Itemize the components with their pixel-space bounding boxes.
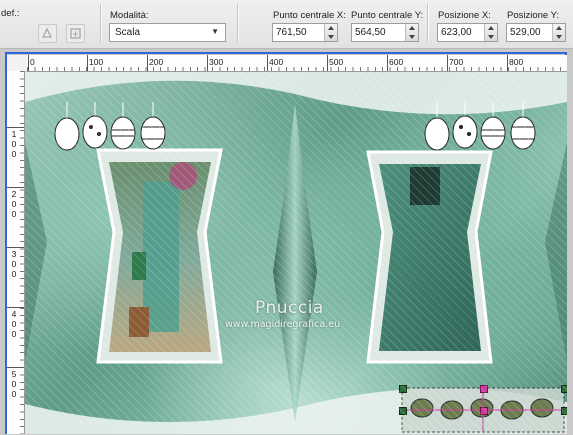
reset-icon[interactable] <box>38 24 57 43</box>
left-eggs <box>54 102 166 151</box>
handle-top-left[interactable] <box>399 385 407 393</box>
ruler-tick <box>7 307 24 308</box>
mode-value: Scala <box>115 27 141 38</box>
ruler-horizontal: 0 100 200 300 400 500 600 700 800 <box>27 55 567 72</box>
pos-y-stepper[interactable] <box>552 24 565 41</box>
ruler-tick <box>147 55 148 71</box>
top-wave <box>25 72 567 115</box>
handle-middle-left[interactable] <box>399 407 407 415</box>
pos-x-field[interactable]: 623,00 <box>437 23 498 42</box>
center-x-field[interactable]: 761,50 <box>272 23 338 42</box>
ruler-label: 0 <box>30 57 35 67</box>
pos-x-stepper[interactable] <box>484 24 497 41</box>
center-spike <box>273 104 317 422</box>
ruler-label: 200 <box>149 57 164 67</box>
right-spike <box>545 142 567 362</box>
pos-y-value: 529,00 <box>510 27 541 38</box>
ruler-tick <box>87 55 88 71</box>
separator <box>427 4 429 42</box>
separator <box>100 4 102 42</box>
center-y-label: Punto centrale Y: <box>351 10 424 21</box>
ruler-tick <box>327 55 328 71</box>
pos-x-label: Posizione X: <box>438 10 491 21</box>
handle-middle-right[interactable] <box>561 407 567 415</box>
ruler-label: 100 <box>89 57 104 67</box>
plant <box>132 252 146 280</box>
ruler-tick <box>7 367 24 368</box>
ruler-corner <box>7 55 27 71</box>
handle-top-center[interactable] <box>480 385 488 393</box>
ruler-label: 300 <box>209 57 224 67</box>
watermark-name: Pnuccia <box>255 298 324 318</box>
center-y-value: 564,50 <box>355 27 386 38</box>
ruler-tick <box>207 55 208 71</box>
ruler-tick <box>7 127 24 128</box>
ruler-label: 700 <box>449 57 464 67</box>
ruler-tick <box>7 247 24 248</box>
ruler-label: 800 <box>509 57 524 67</box>
ruler-vertical: 1 0 0 2 0 0 3 0 0 4 0 0 5 0 0 <box>7 71 25 434</box>
ruler-label: 2 0 0 <box>11 189 17 219</box>
preset-label: def.: <box>1 8 20 19</box>
ruler-label: 5 0 0 <box>11 369 17 399</box>
mode-label: Modalità: <box>110 10 149 21</box>
pos-y-label: Posizione Y: <box>507 10 560 21</box>
handle-top-right[interactable] <box>561 385 567 393</box>
center-x-label: Punto centrale X: <box>273 10 346 21</box>
ruler-label: 4 0 0 <box>11 309 17 339</box>
ruler-tick <box>387 55 388 71</box>
ruler-label: 600 <box>389 57 404 67</box>
left-spike <box>25 142 47 362</box>
window <box>410 167 440 205</box>
pos-x-value: 623,00 <box>441 27 472 38</box>
ruler-label: 500 <box>329 57 344 67</box>
ruler-tick <box>507 55 508 71</box>
separator <box>237 4 239 42</box>
image-canvas[interactable]: Pnuccia www.magidiregrafica.eu <box>25 72 567 434</box>
handle-center[interactable] <box>480 407 488 415</box>
ruler-label: 1 0 0 <box>11 129 17 159</box>
center-y-field[interactable]: 564,50 <box>351 23 419 42</box>
ruler-tick <box>28 55 29 71</box>
center-y-stepper[interactable] <box>405 24 418 41</box>
mode-select[interactable]: Scala ▼ <box>109 23 226 42</box>
chevron-down-icon: ▼ <box>211 27 219 36</box>
watermark-url: www.magidiregrafica.eu <box>225 319 341 330</box>
image-window: 0 100 200 300 400 500 600 700 800 1 0 0 … <box>0 49 573 435</box>
ruler-tick <box>447 55 448 71</box>
ruler-label: 3 0 0 <box>11 249 17 279</box>
artwork <box>25 72 567 434</box>
tool-options-bar: def.: Modalità: Scala ▼ Punto centrale X… <box>0 0 573 49</box>
pos-y-field[interactable]: 529,00 <box>506 23 566 42</box>
ruler-tick <box>267 55 268 71</box>
transform-icon[interactable] <box>66 24 85 43</box>
ruler-tick <box>7 187 24 188</box>
ruler-label: 400 <box>269 57 284 67</box>
flowers <box>169 162 197 190</box>
center-x-stepper[interactable] <box>324 24 337 41</box>
pot <box>129 307 149 337</box>
center-x-value: 761,50 <box>276 27 307 38</box>
